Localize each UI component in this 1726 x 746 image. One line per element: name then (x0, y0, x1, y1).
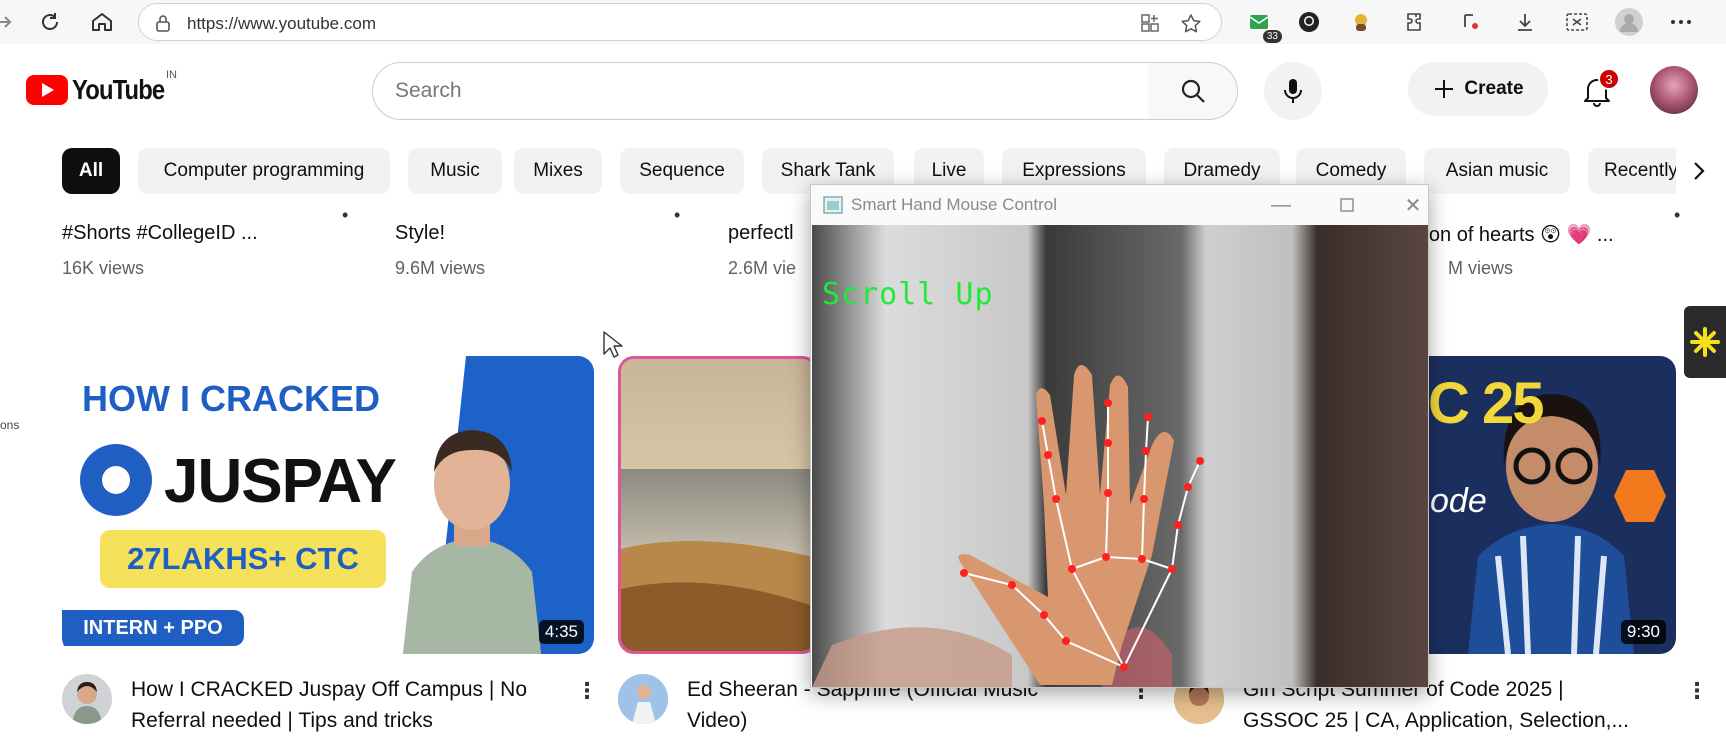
chip-sequence[interactable]: Sequence (620, 148, 744, 194)
chevron-right-icon (1694, 162, 1705, 180)
thumbnail-headline: HOW I CRACKED (82, 378, 380, 419)
close-button[interactable]: ✕ (1393, 191, 1433, 219)
app-window-icon (823, 196, 843, 214)
more-actions-icon[interactable]: • (342, 205, 348, 226)
chip-mixes[interactable]: Mixes (514, 148, 602, 194)
chip-music[interactable]: Music (408, 148, 502, 194)
video-title-fragment[interactable]: perfectl (728, 222, 794, 245)
thumbnail-text: C 25 (1428, 371, 1545, 436)
video-title-line: GSSOC 25 | CA, Application, Selection,..… (1243, 709, 1629, 732)
region-code: IN (166, 69, 177, 81)
video-title-line: How I CRACKED Juspay Off Campus | No (131, 678, 528, 701)
view-count: M views (1448, 258, 1514, 278)
extension-badge: 33 (1262, 30, 1282, 43)
channel-avatar[interactable] (62, 674, 112, 724)
logo-text: YouTube (72, 74, 165, 105)
video-thumbnail[interactable]: C 25 ode 9:30 (1428, 356, 1676, 654)
extensions-puzzle-icon[interactable] (1400, 7, 1430, 37)
thumbnail-brand: JUSPAY (164, 447, 397, 516)
video-duration: 9:30 (1620, 620, 1666, 644)
video-thumbnail[interactable]: HOW I CRACKED JUSPAY 27LAKHS+ CTC INTERN… (62, 356, 594, 654)
camera-feed: Scroll Up (812, 225, 1428, 687)
more-actions-icon[interactable]: ⋮ (576, 678, 598, 704)
forward-icon[interactable] (0, 4, 22, 40)
create-label: Create (1464, 78, 1524, 99)
search-icon (1181, 79, 1205, 103)
thumbnail-text: ode (1430, 482, 1487, 520)
chip-all[interactable]: All (62, 148, 120, 194)
account-avatar[interactable] (1650, 66, 1698, 114)
github-extension-icon[interactable] (1294, 7, 1324, 37)
sparkle-icon (1690, 327, 1720, 357)
youtube-logo[interactable]: YouTube (26, 74, 181, 106)
plus-icon (1435, 80, 1454, 98)
video-title-line: Referral needed | Tips and tricks (131, 709, 433, 732)
video-title[interactable]: How I CRACKED Juspay Off Campus | No Ref… (131, 674, 571, 736)
more-actions-icon[interactable]: ⋮ (1686, 678, 1708, 704)
video-title-fragment[interactable]: Style! (395, 222, 445, 245)
app-available-icon[interactable] (1139, 12, 1161, 39)
gesture-label: Scroll Up (822, 277, 994, 312)
search-input[interactable] (373, 63, 1151, 119)
media-control-icon[interactable] (1456, 7, 1486, 37)
beach-scene-image (621, 359, 815, 651)
mouse-cursor-icon (603, 331, 623, 358)
chip-recently[interactable]: Recently (1588, 148, 1684, 194)
voice-search-button[interactable] (1264, 62, 1322, 120)
view-count: 9.6M views (395, 258, 486, 278)
create-button[interactable]: Create (1408, 62, 1548, 116)
downloads-icon[interactable] (1510, 7, 1540, 37)
home-button[interactable] (84, 4, 120, 40)
url-text[interactable]: https://www.youtube.com (187, 14, 376, 34)
video-title-fragment[interactable]: #Shorts #CollegeID ... (62, 222, 258, 245)
more-actions-icon[interactable]: • (1674, 205, 1680, 226)
notifications-button[interactable]: 3 (1572, 66, 1622, 116)
video-title-line: Video) (687, 709, 748, 732)
window-titlebar[interactable]: Smart Hand Mouse Control — ✕ (811, 185, 1428, 225)
channel-avatar[interactable] (618, 674, 668, 724)
video-title-fragment[interactable]: lion of hearts 😲 💗 ... (1420, 222, 1614, 247)
microphone-icon (1284, 79, 1302, 103)
youtube-header: YouTube IN Create 3 (0, 44, 1726, 136)
more-menu-icon[interactable] (1666, 7, 1696, 37)
sidebar-fragment: ons (0, 418, 20, 432)
maximize-button[interactable] (1327, 191, 1367, 219)
thumbnail-tag: INTERN + PPO (62, 610, 244, 646)
extension-mail-icon[interactable]: 33 (1244, 7, 1282, 43)
search-button[interactable] (1148, 62, 1238, 120)
reload-button[interactable] (32, 4, 68, 40)
chips-next-button[interactable] (1676, 148, 1722, 194)
notification-badge: 3 (1598, 68, 1620, 90)
minimize-button[interactable]: — (1261, 191, 1301, 219)
floating-widget[interactable] (1684, 306, 1726, 378)
lock-icon[interactable] (153, 13, 173, 38)
browser-toolbar: https://www.youtube.com 33 (0, 0, 1726, 44)
profile-icon[interactable] (1614, 7, 1644, 37)
presenter-image (402, 430, 542, 654)
hand-mouse-control-window[interactable]: Smart Hand Mouse Control — ✕ Scroll Up (810, 184, 1429, 688)
more-actions-icon[interactable]: • (674, 205, 680, 226)
juspay-logo-icon (80, 444, 152, 516)
address-bar[interactable]: https://www.youtube.com (138, 3, 1222, 41)
screenshot-icon[interactable] (1562, 7, 1592, 37)
thumbnail-ctc-banner: 27LAKHS+ CTC (100, 530, 386, 588)
window-title: Smart Hand Mouse Control (851, 195, 1057, 214)
extension-character-icon[interactable] (1346, 7, 1376, 37)
chip-computer-programming[interactable]: Computer programming (138, 148, 390, 194)
video-thumbnail[interactable] (618, 356, 818, 654)
view-count: 16K views (62, 258, 145, 278)
view-count: 2.6M vie (728, 258, 797, 278)
search-box[interactable] (372, 62, 1152, 120)
favorite-star-icon[interactable] (1179, 12, 1203, 41)
youtube-play-icon (26, 75, 68, 105)
video-duration: 4:35 (538, 620, 584, 644)
chip-asian-music[interactable]: Asian music (1424, 148, 1570, 194)
